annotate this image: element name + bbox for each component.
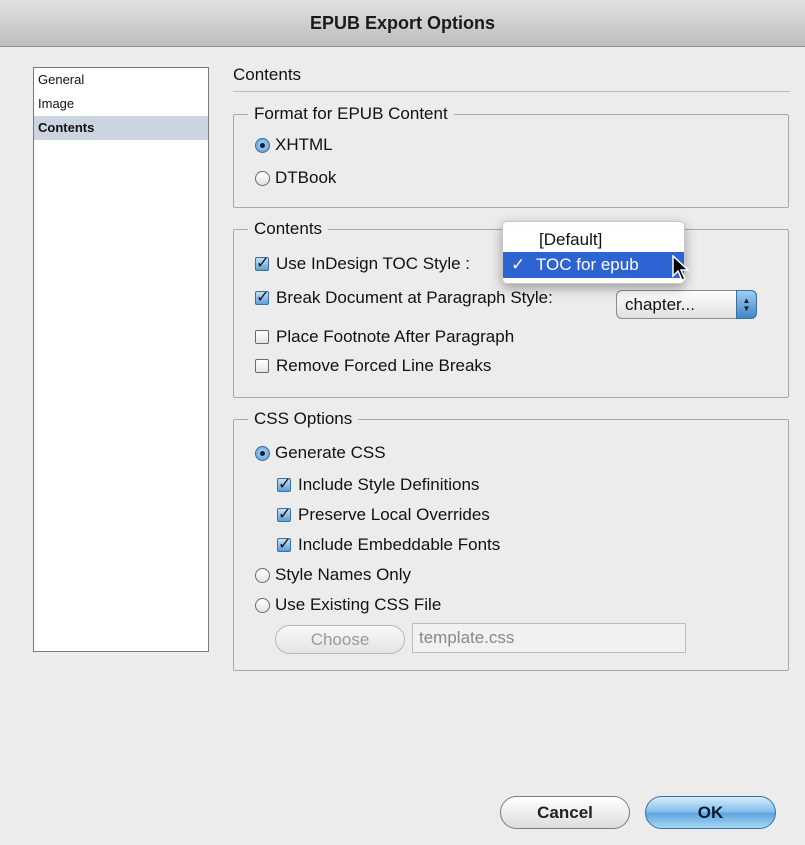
toc-option-label: TOC for epub <box>535 255 639 274</box>
radio-xhtml-indicator[interactable] <box>255 137 270 153</box>
sidebar-item-general[interactable]: General <box>34 68 208 92</box>
cancel-button[interactable]: Cancel <box>500 796 630 829</box>
preserve-local-overrides-checkbox[interactable]: Preserve Local Overrides <box>277 504 490 525</box>
radio-style-names-only[interactable]: Style Names Only <box>255 565 411 585</box>
radio-dtbook[interactable]: DTBook <box>255 168 336 188</box>
radio-xhtml[interactable]: XHTML <box>255 135 333 155</box>
remove-line-breaks-label: Remove Forced Line Breaks <box>276 356 492 375</box>
toc-style-popup-menu: [Default] ✓ TOC for epub <box>502 221 685 284</box>
paragraph-style-value: chapter... <box>625 294 695 314</box>
remove-line-breaks-check[interactable] <box>255 359 269 373</box>
paragraph-style-select[interactable]: chapter... ▲ ▼ <box>616 290 757 319</box>
page-title: Contents <box>233 65 790 92</box>
radio-dtbook-indicator[interactable] <box>255 170 270 186</box>
break-document-checkbox[interactable]: Break Document at Paragraph Style: <box>255 287 553 308</box>
sidebar-item-image[interactable]: Image <box>34 92 208 116</box>
use-toc-style-label: Use InDesign TOC Style : <box>276 254 471 273</box>
preserve-local-overrides-check[interactable] <box>277 504 291 524</box>
include-style-definitions-check[interactable] <box>277 474 291 494</box>
contents-group-legend: Contents <box>254 219 323 238</box>
break-document-label: Break Document at Paragraph Style: <box>276 288 553 307</box>
select-arrows-icon: ▲ ▼ <box>736 290 757 319</box>
remove-line-breaks-checkbox[interactable]: Remove Forced Line Breaks <box>255 356 491 376</box>
break-document-check[interactable] <box>255 287 269 307</box>
include-style-definitions-label: Include Style Definitions <box>298 475 480 494</box>
window-titlebar: EPUB Export Options <box>0 0 805 47</box>
include-embeddable-fonts-label: Include Embeddable Fonts <box>298 535 501 554</box>
choose-css-button[interactable]: Choose <box>275 625 405 654</box>
radio-use-existing-css-label: Use Existing CSS File <box>275 595 442 614</box>
window-title: EPUB Export Options <box>309 12 495 33</box>
toc-option-toc-for-epub[interactable]: ✓ TOC for epub <box>503 252 684 278</box>
place-footnote-label: Place Footnote After Paragraph <box>276 327 515 346</box>
radio-style-names-only-indicator[interactable] <box>255 567 270 583</box>
ok-button[interactable]: OK <box>645 796 776 829</box>
include-style-definitions-checkbox[interactable]: Include Style Definitions <box>277 474 480 495</box>
css-options-legend: CSS Options <box>254 409 353 428</box>
category-sidebar: General Image Contents <box>33 67 209 652</box>
place-footnote-check[interactable] <box>255 330 269 344</box>
checkmark-icon: ✓ <box>511 255 526 274</box>
place-footnote-checkbox[interactable]: Place Footnote After Paragraph <box>255 327 514 347</box>
radio-use-existing-css[interactable]: Use Existing CSS File <box>255 595 441 615</box>
format-group: Format for EPUB Content <box>233 104 789 208</box>
radio-xhtml-label: XHTML <box>275 135 333 154</box>
toc-option-default[interactable]: [Default] <box>503 227 684 253</box>
mouse-pointer-icon <box>672 255 690 281</box>
sidebar-item-contents[interactable]: Contents <box>34 116 208 140</box>
css-file-value: template.css <box>419 628 515 647</box>
include-embeddable-fonts-check[interactable] <box>277 534 291 554</box>
radio-dtbook-label: DTBook <box>275 168 337 187</box>
format-group-legend: Format for EPUB Content <box>254 104 448 123</box>
radio-style-names-only-label: Style Names Only <box>275 565 412 584</box>
use-toc-style-check[interactable] <box>255 253 269 273</box>
preserve-local-overrides-label: Preserve Local Overrides <box>298 505 490 524</box>
radio-generate-css-label: Generate CSS <box>275 443 386 462</box>
radio-generate-css-indicator[interactable] <box>255 445 270 461</box>
css-file-field[interactable]: template.css <box>412 623 686 653</box>
use-toc-style-checkbox[interactable]: Use InDesign TOC Style : <box>255 253 471 274</box>
radio-generate-css[interactable]: Generate CSS <box>255 443 386 463</box>
radio-use-existing-css-indicator[interactable] <box>255 597 270 613</box>
include-embeddable-fonts-checkbox[interactable]: Include Embeddable Fonts <box>277 534 501 555</box>
